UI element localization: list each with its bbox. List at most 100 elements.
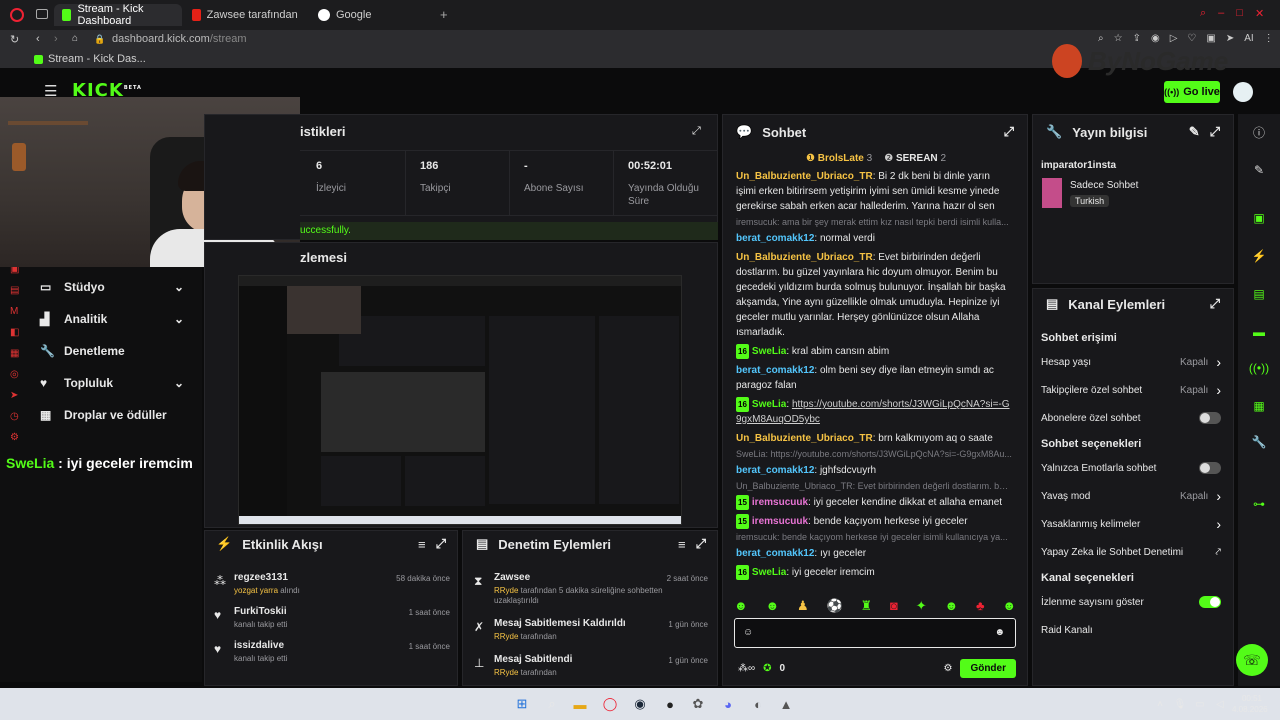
layout-icon[interactable]: ▦	[1249, 396, 1269, 416]
emote-icon[interactable]: ☻	[766, 598, 780, 614]
emote-icon[interactable]: ◙	[890, 598, 898, 614]
chat-username[interactable]: berat_comakk12	[736, 365, 814, 376]
tab-google[interactable]: Google	[310, 4, 434, 26]
chat-username[interactable]: iremsucuuk	[752, 497, 808, 508]
steam-icon[interactable]: ◉	[630, 694, 650, 714]
emote-icon[interactable]: ♟	[797, 598, 809, 614]
windows-start-icon[interactable]: ⊞	[512, 694, 532, 714]
chat-reply-context[interactable]: SweLia: https://youtube.com/shorts/J3WGi…	[724, 449, 1024, 459]
support-chat-button[interactable]: ☏	[1236, 644, 1268, 676]
moderation-rail-icon[interactable]: M	[10, 306, 19, 317]
expand-icon[interactable]: ⤢	[692, 125, 701, 138]
tab-kick-dashboard[interactable]: Stream - Kick Dashboard	[54, 3, 182, 27]
wrench-icon[interactable]: 🔧	[1249, 432, 1269, 452]
filter-icon[interactable]: ≡	[678, 537, 686, 552]
toggle-switch[interactable]	[1199, 596, 1221, 608]
popout-icon[interactable]: ⤢	[1210, 296, 1220, 312]
channel-setting-row[interactable]: Takipçilere özel sohbet Kapalı ›	[1032, 376, 1230, 404]
app-icon[interactable]: ◐	[748, 694, 768, 714]
edit-icon[interactable]: ✎	[1189, 124, 1200, 140]
popout-icon[interactable]: ⤢	[1210, 124, 1220, 140]
stream-preview-video[interactable]	[238, 275, 682, 525]
popout-icon[interactable]: ⤢	[1004, 124, 1014, 140]
chat-username[interactable]: iremsucuuk	[752, 516, 808, 527]
lightning-icon[interactable]: ⚡	[1249, 246, 1269, 266]
sidebar-item-denetleme[interactable]: 🔧 Denetleme	[40, 341, 125, 361]
edit-icon[interactable]: ✎	[1249, 160, 1269, 180]
chat-username[interactable]: Un_Balbuziente_Ubriaco_TR	[736, 433, 873, 444]
expand-icon[interactable]: ⤢	[436, 536, 446, 552]
chat-username[interactable]: SweLia	[752, 346, 786, 357]
sidebar-item-analitik[interactable]: ▟ Analitik ⌄	[40, 309, 184, 329]
filter-icon[interactable]: ≡	[418, 537, 426, 552]
setting-control[interactable]	[1199, 596, 1221, 608]
app-icon[interactable]: ✿	[688, 694, 708, 714]
share-icon[interactable]: ⇪	[1133, 33, 1141, 44]
back-icon[interactable]: ‹	[36, 33, 40, 45]
toggle-icon[interactable]: ⊶	[1249, 494, 1269, 514]
chat-username[interactable]: SweLia	[752, 399, 786, 410]
toggle-switch[interactable]	[1199, 412, 1221, 424]
setting-control[interactable]: Kapalı ›	[1180, 354, 1221, 370]
new-tab-icon[interactable]: +	[440, 7, 448, 22]
channel-setting-row[interactable]: Yalnızca Emotlarla sohbet	[1032, 454, 1230, 482]
avatar[interactable]	[1233, 82, 1253, 102]
menu-icon[interactable]: ⋮	[1264, 33, 1274, 44]
broadcast-icon[interactable]: ((•))	[1249, 358, 1269, 378]
community-rail-icon[interactable]: ◧	[10, 327, 19, 338]
network-icon[interactable]: ▭	[1190, 694, 1210, 714]
channel-setting-row[interactable]: İzlenme sayısını göster	[1032, 588, 1230, 616]
emoji-picker-icon[interactable]: ☺	[743, 627, 753, 638]
emote-icon[interactable]: ☻	[1002, 598, 1016, 614]
setting-control[interactable]	[1199, 462, 1221, 474]
record-rail-icon[interactable]: ◎	[10, 369, 19, 380]
emote-menu-icon[interactable]: ☻	[994, 627, 1005, 638]
tab-zawsee[interactable]: Zawsee tarafından paylaşı	[184, 4, 308, 26]
drops-rail-icon[interactable]: ▦	[10, 348, 19, 359]
emote-icon[interactable]: ☻	[734, 598, 748, 614]
settings-rail-icon[interactable]: ⚙	[10, 432, 19, 443]
go-live-button[interactable]: ((•)) Go live	[1164, 81, 1220, 103]
chat-username[interactable]: SweLia	[752, 567, 786, 578]
opera-icon[interactable]: ◯	[600, 694, 620, 714]
chat-username[interactable]: berat_comakk12	[736, 465, 814, 476]
cube-icon[interactable]: ▣	[1206, 33, 1215, 44]
clock-rail-icon[interactable]: ◷	[10, 411, 19, 422]
bookmark-icon[interactable]: ☆	[1114, 33, 1123, 44]
maximize-icon[interactable]: □	[1236, 7, 1243, 20]
chat-reply-context[interactable]: Un_Balbuziente_Ubriaco_TR: Evet birbirin…	[724, 481, 1024, 491]
workspace-icon[interactable]	[36, 9, 48, 19]
chat-input[interactable]: ☺ ☻	[734, 618, 1016, 648]
chat-reply-context[interactable]: iremsucuk: ama bir şey merak ettim kız n…	[724, 217, 1024, 227]
emote-icon[interactable]: ☻	[944, 598, 958, 614]
setting-control[interactable]: ⤤	[1215, 547, 1221, 558]
forward-icon[interactable]: ›	[54, 33, 58, 45]
top-user[interactable]: ❷ SEREAN 2	[884, 153, 946, 164]
emote-icon[interactable]: ✦	[916, 598, 927, 614]
chat-reply-context[interactable]: iremsucuk: bende kaçıyom herkese iyi gec…	[724, 532, 1024, 542]
sidebar-item-studyo[interactable]: ▭ Stüdyo ⌄	[40, 277, 184, 297]
setting-control[interactable]: ›	[1216, 516, 1221, 532]
close-icon[interactable]: ✕	[1255, 7, 1264, 20]
setting-control[interactable]	[1199, 412, 1221, 424]
send-rail-icon[interactable]: ➤	[10, 390, 19, 401]
tray-expand-icon[interactable]: ˄	[1150, 694, 1170, 714]
settings-icon[interactable]: ⚙	[943, 663, 952, 674]
camera-icon[interactable]: ◉	[1151, 33, 1160, 44]
home-icon[interactable]: ⌂	[72, 33, 78, 44]
chat-username[interactable]: Un_Balbuziente_Ubriaco_TR	[736, 252, 873, 263]
heart-icon[interactable]: ♡	[1187, 33, 1196, 44]
channel-setting-row[interactable]: Hesap yaşı Kapalı ›	[1032, 348, 1230, 376]
browser-menu-icon[interactable]	[10, 8, 24, 22]
search-tabs-icon[interactable]: ⌕	[1200, 7, 1206, 20]
channel-setting-row[interactable]: Yasaklanmış kelimeler ›	[1032, 510, 1230, 538]
chat-username[interactable]: berat_comakk12	[736, 233, 814, 244]
emote-icon[interactable]: ♜	[861, 598, 873, 614]
microphone-icon[interactable]: 🎙	[1170, 694, 1190, 714]
analytics-rail-icon[interactable]: ▤	[10, 285, 19, 296]
sidebar-item-topluluk[interactable]: ♥ Topluluk ⌄	[40, 373, 184, 393]
chat-bubble-icon[interactable]: ▬	[1249, 322, 1269, 342]
reload-icon[interactable]: ↻	[10, 33, 19, 46]
sidebar-item-droplar[interactable]: ▦ Droplar ve ödüller	[40, 405, 167, 425]
bookmark-kick[interactable]: Stream - Kick Das...	[34, 53, 146, 65]
